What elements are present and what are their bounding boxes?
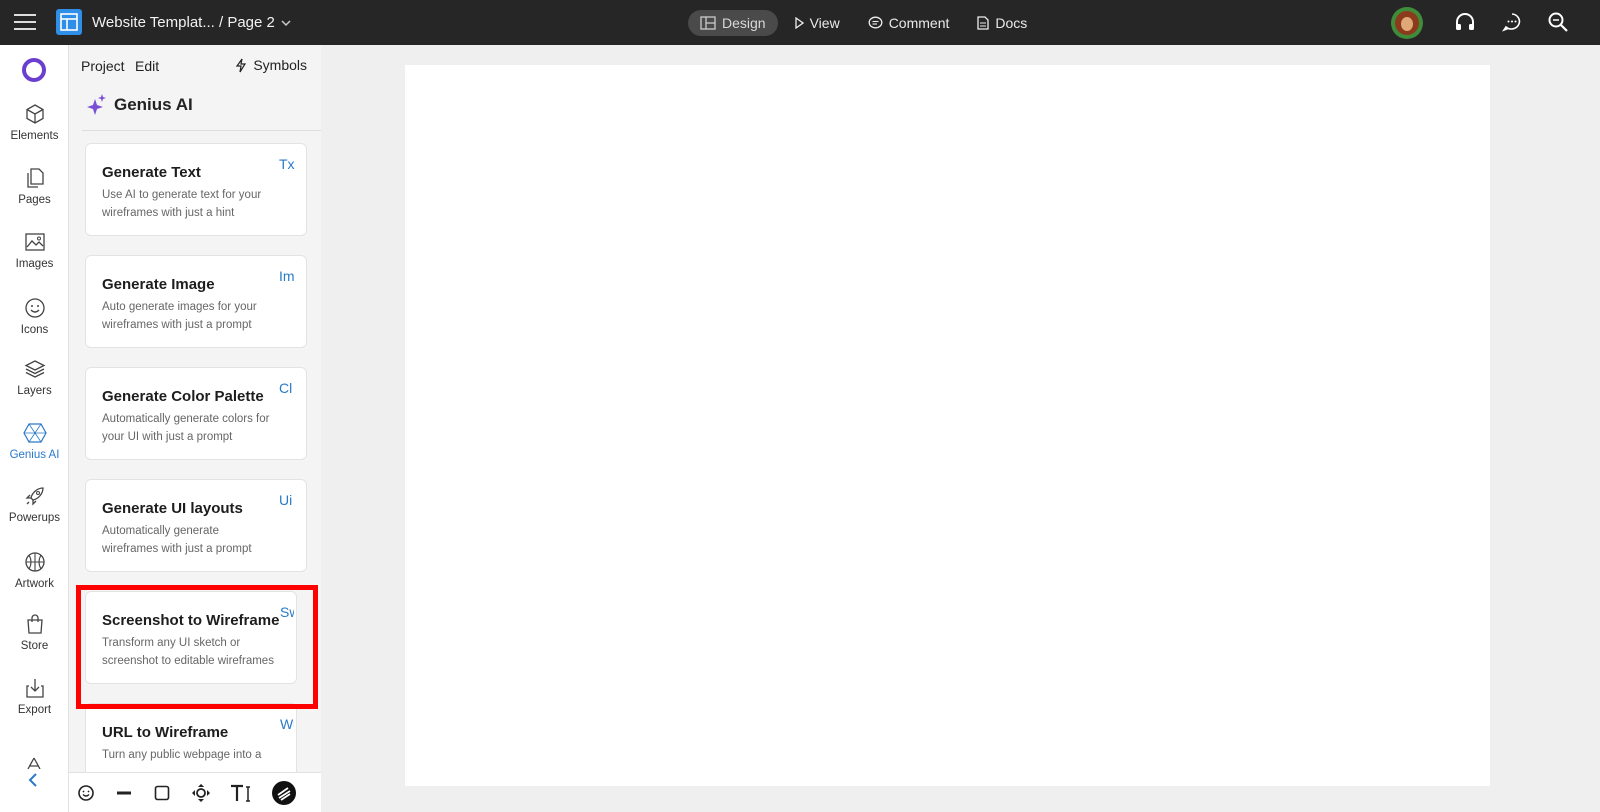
document-title[interactable]: Website Templat... / Page 2 bbox=[92, 14, 275, 31]
rail-item-label: Images bbox=[15, 258, 54, 270]
layout-icon bbox=[700, 16, 716, 30]
panel-header: Genius AI bbox=[82, 91, 321, 131]
lightning-icon bbox=[236, 58, 247, 72]
card-title: Generate Image bbox=[102, 276, 215, 293]
card-url-to-wireframe[interactable]: URL to Wireframe Turn any public webpage… bbox=[85, 703, 297, 783]
rail-item-label: Genius AI bbox=[9, 449, 60, 461]
menu-edit[interactable]: Edit bbox=[135, 58, 159, 74]
app-logo-icon[interactable] bbox=[56, 9, 82, 35]
rail-item-images[interactable]: Images bbox=[0, 231, 69, 270]
card-badge: Im bbox=[279, 268, 295, 284]
card-badge: Ui bbox=[279, 492, 293, 508]
symbols-button[interactable]: Symbols bbox=[235, 57, 307, 73]
headphones-icon[interactable] bbox=[1454, 11, 1476, 33]
highlight-box bbox=[76, 585, 318, 709]
top-bar: Website Templat... / Page 2 Design View … bbox=[0, 0, 1600, 45]
sparkles-icon bbox=[87, 94, 106, 115]
card-description: Turn any public webpage into a bbox=[102, 749, 262, 761]
card-description: Automatically generate wireframes with j… bbox=[102, 525, 252, 555]
emoji-tool-icon[interactable] bbox=[75, 782, 97, 804]
rail-item-label: Elements bbox=[10, 130, 59, 142]
card-badge: Cl bbox=[279, 380, 293, 396]
rail-item-layers[interactable]: Layers bbox=[0, 358, 69, 397]
smiley-icon bbox=[24, 298, 45, 318]
card-badge: Wu bbox=[280, 716, 294, 732]
bottom-toolbar bbox=[69, 772, 321, 812]
tab-design-label: Design bbox=[722, 15, 766, 31]
tab-docs-label: Docs bbox=[995, 15, 1028, 31]
card-description: Automatically generate colors for your U… bbox=[102, 413, 270, 443]
panel-title: Genius AI bbox=[114, 95, 193, 114]
artboard[interactable] bbox=[405, 65, 1490, 786]
line-tool-icon[interactable] bbox=[113, 782, 135, 804]
collapse-chevron-icon[interactable] bbox=[26, 772, 40, 788]
tab-view-label: View bbox=[809, 15, 840, 31]
card-title: URL to Wireframe bbox=[102, 724, 229, 741]
mode-tabs: Design View Comment Docs bbox=[688, 10, 1043, 36]
compass-icon[interactable] bbox=[24, 757, 44, 769]
card-badge: Tx bbox=[279, 156, 295, 172]
avatar[interactable] bbox=[1391, 7, 1423, 39]
symbols-label: Symbols bbox=[253, 57, 307, 73]
text-tool-icon[interactable] bbox=[229, 782, 255, 804]
rail-item-genius-ai[interactable]: Genius AI bbox=[0, 422, 69, 461]
rail-item-label: Powerups bbox=[8, 512, 61, 524]
rail-item-export[interactable]: Export bbox=[0, 677, 69, 716]
chevron-down-icon[interactable] bbox=[280, 17, 292, 29]
pages-icon bbox=[26, 168, 44, 188]
rail-item-elements[interactable]: Elements bbox=[0, 103, 69, 142]
card-description: Use AI to generate text for your wirefra… bbox=[102, 189, 262, 219]
rail-item-store[interactable]: Store bbox=[0, 613, 69, 652]
left-rail: Elements Pages Images Icons Layers Geniu… bbox=[0, 45, 69, 812]
tab-comment-label: Comment bbox=[888, 15, 950, 31]
export-icon bbox=[25, 679, 44, 698]
rectangle-tool-icon[interactable] bbox=[151, 782, 173, 804]
card-generate-image[interactable]: Generate Image Auto generate images for … bbox=[85, 255, 307, 348]
card-title: Generate Text bbox=[102, 164, 201, 181]
rocket-icon bbox=[24, 487, 44, 506]
comment-icon bbox=[868, 16, 883, 29]
doc-icon bbox=[977, 16, 990, 30]
rail-item-label: Export bbox=[17, 704, 52, 716]
rail-item-label: Layers bbox=[17, 385, 52, 397]
rail-item-pages[interactable]: Pages bbox=[0, 167, 69, 206]
search-icon[interactable] bbox=[1547, 11, 1569, 33]
hamburger-menu-icon[interactable] bbox=[14, 14, 36, 30]
canvas-area[interactable] bbox=[321, 45, 1600, 812]
rail-item-label: Pages bbox=[18, 194, 51, 206]
tab-design[interactable]: Design bbox=[688, 10, 778, 36]
card-generate-text[interactable]: Generate Text Use AI to generate text fo… bbox=[85, 143, 307, 236]
rail-item-icons[interactable]: Icons bbox=[0, 297, 69, 336]
layers-icon bbox=[24, 360, 45, 378]
sketch-tool-icon[interactable] bbox=[271, 780, 297, 806]
move-tool-icon[interactable] bbox=[190, 782, 212, 804]
rail-item-label: Icons bbox=[20, 324, 49, 336]
chat-icon[interactable] bbox=[1501, 11, 1523, 33]
card-title: Generate UI layouts bbox=[102, 500, 243, 517]
play-icon bbox=[794, 17, 804, 29]
tab-comment[interactable]: Comment bbox=[856, 10, 962, 36]
panel-menu: Project Edit Symbols bbox=[69, 45, 321, 85]
brand-logo-icon[interactable] bbox=[22, 58, 46, 82]
rail-item-label: Artwork bbox=[15, 578, 54, 590]
bag-icon bbox=[26, 614, 43, 634]
cube-icon bbox=[25, 104, 44, 124]
genius-icon bbox=[22, 423, 47, 443]
card-description: Auto generate images for your wireframes… bbox=[102, 301, 257, 331]
rail-item-artwork[interactable]: Artwork bbox=[0, 551, 69, 590]
card-title: Generate Color Palette bbox=[102, 388, 264, 405]
card-generate-ui-layouts[interactable]: Generate UI layouts Automatically genera… bbox=[85, 479, 307, 572]
tab-docs[interactable]: Docs bbox=[965, 10, 1039, 36]
rail-item-powerups[interactable]: Powerups bbox=[0, 485, 69, 524]
rail-item-label: Store bbox=[20, 640, 49, 652]
menu-project[interactable]: Project bbox=[81, 58, 125, 74]
card-generate-color-palette[interactable]: Generate Color Palette Automatically gen… bbox=[85, 367, 307, 460]
image-icon bbox=[24, 233, 45, 251]
tab-view[interactable]: View bbox=[782, 10, 852, 36]
basketball-icon bbox=[24, 552, 45, 572]
